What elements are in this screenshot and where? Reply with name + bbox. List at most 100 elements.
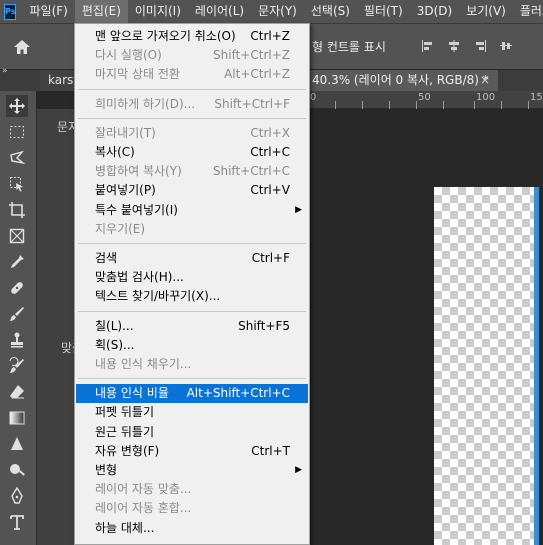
menu-item-shortcut: Alt+Shift+Ctrl+C xyxy=(186,386,290,401)
menu-item-label: 희미하게 하기(D)... xyxy=(95,96,196,111)
menu-separator xyxy=(78,117,306,119)
healing-brush-tool-icon[interactable] xyxy=(6,277,28,299)
blur-tool-icon[interactable] xyxy=(6,433,28,455)
menu-item-label: 내용 인식 비율 xyxy=(95,386,169,401)
edit-menu-item: 병합하여 복사(Y) Shift+Ctrl+C xyxy=(76,162,308,181)
ruler-tick xyxy=(416,101,417,109)
edit-menu-item[interactable]: 칠(L)... Shift+F5 xyxy=(76,317,308,336)
align-top-icon[interactable] xyxy=(498,38,514,54)
ruler-tick xyxy=(443,101,444,109)
clone-stamp-tool-icon[interactable] xyxy=(6,329,28,351)
edit-menu-item[interactable]: 붙여넣기(P) Ctrl+V xyxy=(76,181,308,200)
edit-menu-item: 지우기(E) xyxy=(76,220,308,239)
menu-item-label: 맨 앞으로 가져오기 취소(O) xyxy=(95,29,236,43)
menu-item-shortcut: Alt+Ctrl+Z xyxy=(224,67,290,82)
lasso-tool-icon[interactable] xyxy=(6,147,28,169)
menu-item-shortcut: Ctrl+C xyxy=(250,145,290,159)
menu-item-shortcut: Shift+Ctrl+Z xyxy=(213,48,290,63)
edit-menu-item[interactable]: 맞춤법 검사(H)... xyxy=(76,268,308,287)
menu-separator xyxy=(78,310,306,312)
eraser-tool-icon[interactable] xyxy=(6,381,28,403)
tab-karst[interactable]: karst xyxy=(40,70,78,91)
edit-menu-item[interactable]: 특수 붙여넣기(I) ▶ xyxy=(76,201,308,220)
menu-item-shortcut: Shift+Ctrl+C xyxy=(212,164,290,179)
submenu-arrow-icon: ▶ xyxy=(295,465,302,475)
edit-menu-item[interactable]: 맨 앞으로 가져오기 취소(O) Ctrl+Z xyxy=(76,27,308,46)
menu-separator xyxy=(78,88,306,90)
menu-file[interactable]: 파일(F) xyxy=(22,0,74,23)
transparent-canvas[interactable] xyxy=(434,187,534,545)
menu-type[interactable]: 문자(Y) xyxy=(251,0,304,23)
collapse-panels-icon[interactable]: » xyxy=(2,66,8,76)
crop-tool-icon[interactable] xyxy=(6,199,28,221)
menu-layer[interactable]: 레이어(L) xyxy=(188,0,251,23)
align-center-icon[interactable] xyxy=(446,38,462,54)
menu-3d[interactable]: 3D(D) xyxy=(410,0,459,23)
edit-menu-item[interactable]: 원근 뒤틀기 xyxy=(76,423,308,442)
eyedropper-tool-icon[interactable] xyxy=(6,251,28,273)
menu-item-label: 변형 xyxy=(95,463,118,477)
align-right-icon[interactable] xyxy=(472,38,488,54)
menu-item-label: 퍼펫 뒤틀기 xyxy=(95,405,155,420)
menu-select[interactable]: 선택(S) xyxy=(304,0,357,23)
edit-menu-item[interactable]: 변형 ▶ xyxy=(76,461,308,480)
edit-menu-item: 마지막 상태 전환 Alt+Ctrl+Z xyxy=(76,65,308,84)
edit-menu-item: 내용 인식 채우기... xyxy=(76,355,308,374)
edit-menu-item[interactable]: 복사(C) Ctrl+C xyxy=(76,143,308,162)
menu-plugins[interactable]: 플러그인 xyxy=(513,0,543,23)
align-icons-group xyxy=(420,38,514,54)
edit-menu-item[interactable]: 하늘 대체... xyxy=(76,519,308,538)
move-tool-icon[interactable] xyxy=(6,95,28,117)
close-tab-icon[interactable]: × xyxy=(480,70,490,91)
edit-menu-item[interactable]: 획(S)... xyxy=(76,336,308,355)
pen-tool-icon[interactable] xyxy=(6,485,28,507)
edit-menu-item[interactable]: 검색 Ctrl+F xyxy=(76,249,308,268)
ruler-label: 150 xyxy=(530,92,543,103)
menu-item-label: 잘라내기(T) xyxy=(95,125,156,140)
edit-menu-item[interactable]: 자유 변형(F) Ctrl+T xyxy=(76,442,308,461)
brush-tool-icon[interactable] xyxy=(6,303,28,325)
home-icon[interactable] xyxy=(12,37,32,57)
menu-view[interactable]: 보기(V) xyxy=(459,0,513,23)
edit-menu-item: 레이어 자동 혼합... xyxy=(76,499,308,518)
object-selection-tool-icon[interactable] xyxy=(6,173,28,195)
menu-item-label: 자유 변형(F) xyxy=(95,443,160,458)
menu-item-label: 다시 실행(O) xyxy=(95,48,162,63)
ruler-label: 50 xyxy=(418,92,431,103)
marquee-tool-icon[interactable] xyxy=(6,121,28,143)
menu-bar: Ps 파일(F) 편집(E) 이미지(I) 레이어(L) 문자(Y) 선택(S)… xyxy=(0,0,543,23)
horizontal-ruler: 0 50 100 150 xyxy=(308,91,543,109)
photoshop-logo: Ps xyxy=(4,3,17,20)
tools-panel xyxy=(0,91,36,545)
menu-item-label: 획(S)... xyxy=(95,337,135,352)
canvas-edge xyxy=(534,187,539,545)
menu-item-label: 복사(C) xyxy=(95,145,135,159)
edit-menu-item[interactable]: 내용 인식 비율 Alt+Shift+Ctrl+C xyxy=(76,384,308,404)
menu-item-shortcut: Ctrl+Z xyxy=(250,29,290,43)
menu-item-label: 특수 붙여넣기(I) xyxy=(95,202,178,217)
frame-tool-icon[interactable] xyxy=(6,225,28,247)
edit-menu-item: 잘라내기(T) Ctrl+X xyxy=(76,124,308,143)
tab-active-document[interactable]: 40.3% (레이어 0 복사, RGB/8) * × xyxy=(308,70,498,91)
menu-item-label: 맞춤법 검사(H)... xyxy=(95,270,184,285)
type-tool-icon[interactable] xyxy=(6,511,28,533)
menu-item-shortcut: Ctrl+F xyxy=(251,251,290,265)
edit-menu-item: 희미하게 하기(D)... Shift+Ctrl+F xyxy=(76,95,308,114)
edit-menu-item: 레이어 자동 맞춤... xyxy=(76,480,308,499)
show-transform-controls-label[interactable]: 형 컨트롤 표시 xyxy=(312,38,386,55)
ruler-tick xyxy=(474,101,475,109)
menu-item-label: 마지막 상태 전환 xyxy=(95,67,180,82)
menu-item-label: 지우기(E) xyxy=(95,221,146,236)
menu-edit[interactable]: 편집(E) xyxy=(74,0,128,23)
menu-image[interactable]: 이미지(I) xyxy=(128,0,188,23)
menu-item-label: 칠(L)... xyxy=(95,318,134,333)
align-left-icon[interactable] xyxy=(420,38,436,54)
submenu-arrow-icon: ▶ xyxy=(295,204,302,215)
edit-menu-item[interactable]: 텍스트 찾기/바꾸기(X)... xyxy=(76,287,308,306)
edit-menu-item[interactable]: 퍼펫 뒤틀기 xyxy=(76,403,308,422)
ruler-tick xyxy=(362,101,363,109)
history-brush-tool-icon[interactable] xyxy=(6,355,28,377)
gradient-tool-icon[interactable] xyxy=(6,407,28,429)
dodge-tool-icon[interactable] xyxy=(6,459,28,481)
menu-filter[interactable]: 필터(T) xyxy=(357,0,410,23)
